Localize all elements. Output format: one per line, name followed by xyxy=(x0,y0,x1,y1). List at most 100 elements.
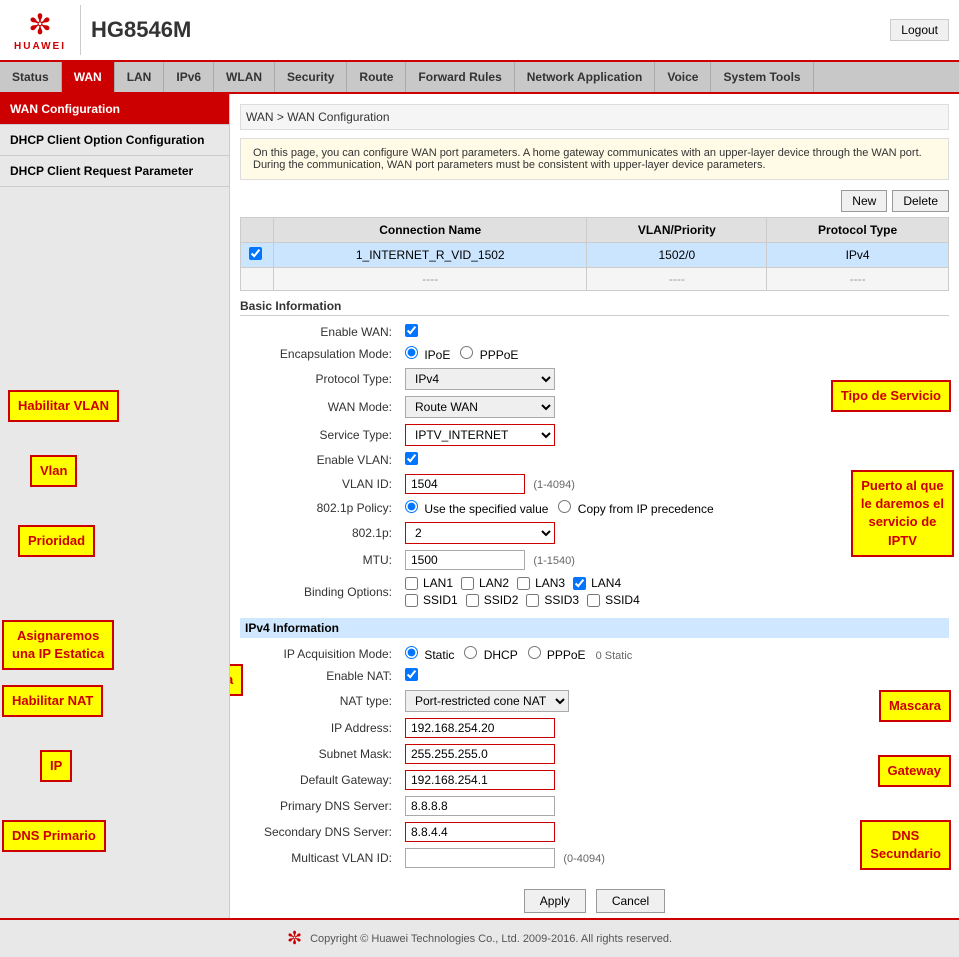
ip-address-input[interactable] xyxy=(405,718,555,738)
row-protocol: IPv4 xyxy=(767,243,949,268)
divider xyxy=(80,5,81,55)
policy-row: 802.1p Policy: Use the specified value C… xyxy=(240,497,949,519)
policy-specified-label[interactable]: Use the specified value xyxy=(405,502,552,516)
nav-status[interactable]: Status xyxy=(0,62,62,92)
static-count: 0 Static xyxy=(596,650,633,662)
gateway-label: Default Gateway: xyxy=(240,767,400,793)
dns1-row: Primary DNS Server: xyxy=(240,793,949,819)
subnet-input[interactable] xyxy=(405,744,555,764)
lan2-label[interactable]: LAN2 xyxy=(461,576,509,590)
binding-label: Binding Options: xyxy=(240,573,400,610)
acq-static-radio[interactable] xyxy=(405,646,418,659)
connection-table: Connection Name VLAN/Priority Protocol T… xyxy=(240,217,949,291)
acq-dhcp-radio[interactable] xyxy=(464,646,477,659)
ssid3-label[interactable]: SSID3 xyxy=(526,593,579,607)
dns2-input[interactable] xyxy=(405,822,555,842)
encap-ipoe-label[interactable]: IPoE xyxy=(405,348,454,362)
nav-wlan[interactable]: WLAN xyxy=(214,62,275,92)
lan1-label[interactable]: LAN1 xyxy=(405,576,453,590)
row-connection-name: 1_INTERNET_R_VID_1502 xyxy=(274,243,587,268)
nav-wan[interactable]: WAN xyxy=(62,62,115,92)
lan3-label[interactable]: LAN3 xyxy=(517,576,565,590)
multicast-label: Multicast VLAN ID: xyxy=(240,845,400,871)
sidebar-wan-config[interactable]: WAN Configuration xyxy=(0,94,229,125)
wan-mode-row: WAN Mode: Route WAN xyxy=(240,393,949,421)
binding-row: Binding Options: LAN1 LAN2 LAN3 LAN4 SSI… xyxy=(240,573,949,610)
lan2-checkbox[interactable] xyxy=(461,577,474,590)
sidebar-dhcp-request[interactable]: DHCP Client Request Parameter xyxy=(0,156,229,187)
logout-button[interactable]: Logout xyxy=(890,19,949,41)
nav-voice[interactable]: Voice xyxy=(655,62,711,92)
lan1-checkbox[interactable] xyxy=(405,577,418,590)
cancel-button[interactable]: Cancel xyxy=(596,889,665,913)
footer: ✼ Copyright © Huawei Technologies Co., L… xyxy=(0,918,959,957)
gateway-input[interactable] xyxy=(405,770,555,790)
nav-ipv6[interactable]: IPv6 xyxy=(164,62,214,92)
policy-copy-radio[interactable] xyxy=(558,500,571,513)
nav-forward[interactable]: Forward Rules xyxy=(406,62,514,92)
dot1p-select[interactable]: 2 xyxy=(405,522,555,544)
ipv4-section-title: IPv4 Information xyxy=(240,618,949,638)
nav-system-tools[interactable]: System Tools xyxy=(711,62,813,92)
annotation-asignar-ip: Asignaremos una IP Estatica xyxy=(230,664,243,696)
wan-mode-select[interactable]: Route WAN xyxy=(405,396,555,418)
enable-vlan-label: Enable VLAN: xyxy=(240,449,400,471)
enable-nat-checkbox[interactable] xyxy=(405,668,418,681)
encap-pppoe-radio[interactable] xyxy=(460,346,473,359)
main-nav: Status WAN LAN IPv6 WLAN Security Route … xyxy=(0,62,959,94)
nav-route[interactable]: Route xyxy=(347,62,406,92)
logo-icon: ✼ xyxy=(28,8,51,41)
mtu-row: MTU: (1-1540) xyxy=(240,547,949,573)
service-type-select[interactable]: IPTV_INTERNET xyxy=(405,424,555,446)
acq-mode-row: IP Acquisition Mode: Static DHCP xyxy=(240,643,949,665)
nav-lan[interactable]: LAN xyxy=(115,62,165,92)
acq-static-label[interactable]: Static xyxy=(405,648,458,662)
acq-dhcp-label[interactable]: DHCP xyxy=(464,648,520,662)
service-type-row: Service Type: IPTV_INTERNET xyxy=(240,421,949,449)
nat-type-select[interactable]: Port-restricted cone NAT xyxy=(405,690,569,712)
page-wrapper: ✼ HUAWEI HG8546M Logout Status WAN LAN I… xyxy=(0,0,959,957)
acq-mode-label: IP Acquisition Mode: xyxy=(240,643,400,665)
vlan-id-label: VLAN ID: xyxy=(240,471,400,497)
row-checkbox[interactable] xyxy=(249,247,262,260)
enable-wan-row: Enable WAN: xyxy=(240,321,949,343)
enable-wan-checkbox[interactable] xyxy=(405,324,418,337)
lan3-checkbox[interactable] xyxy=(517,577,530,590)
policy-label: 802.1p Policy: xyxy=(240,497,400,519)
basic-info-form: Enable WAN: Encapsulation Mode: IPoE PP xyxy=(240,321,949,610)
nav-security[interactable]: Security xyxy=(275,62,347,92)
ssid4-label[interactable]: SSID4 xyxy=(587,593,640,607)
row-empty-vlan: ---- xyxy=(587,268,767,291)
policy-copy-label[interactable]: Copy from IP precedence xyxy=(558,502,713,516)
header: ✼ HUAWEI HG8546M Logout xyxy=(0,0,959,62)
row-checkbox-cell[interactable] xyxy=(241,243,274,268)
delete-button[interactable]: Delete xyxy=(892,190,949,212)
lan4-label[interactable]: LAN4 xyxy=(573,576,621,590)
sidebar-dhcp-option[interactable]: DHCP Client Option Configuration xyxy=(0,125,229,156)
lan4-checkbox[interactable] xyxy=(573,577,586,590)
encap-pppoe-label[interactable]: PPPoE xyxy=(460,348,518,362)
ssid2-label[interactable]: SSID2 xyxy=(466,593,519,607)
nav-network-app[interactable]: Network Application xyxy=(515,62,656,92)
ssid3-checkbox[interactable] xyxy=(526,594,539,607)
acq-pppoe-label[interactable]: PPPoE xyxy=(528,648,589,662)
protocol-select[interactable]: IPv4 xyxy=(405,368,555,390)
apply-button[interactable]: Apply xyxy=(524,889,586,913)
mtu-input[interactable] xyxy=(405,550,525,570)
policy-specified-radio[interactable] xyxy=(405,500,418,513)
ssid1-checkbox[interactable] xyxy=(405,594,418,607)
vlan-id-input[interactable] xyxy=(405,474,525,494)
acq-pppoe-radio[interactable] xyxy=(528,646,541,659)
ssid2-checkbox[interactable] xyxy=(466,594,479,607)
ssid4-checkbox[interactable] xyxy=(587,594,600,607)
table-row-empty: ---- ---- ---- xyxy=(241,268,949,291)
multicast-input[interactable] xyxy=(405,848,555,868)
ssid1-label[interactable]: SSID1 xyxy=(405,593,458,607)
encap-ipoe-radio[interactable] xyxy=(405,346,418,359)
binding-options-ssid: SSID1 SSID2 SSID3 SSID4 xyxy=(405,593,944,607)
enable-vlan-checkbox[interactable] xyxy=(405,452,418,465)
new-button[interactable]: New xyxy=(841,190,887,212)
dns1-input[interactable] xyxy=(405,796,555,816)
enable-nat-row: Enable NAT: xyxy=(240,665,949,687)
breadcrumb: WAN > WAN Configuration xyxy=(240,104,949,130)
